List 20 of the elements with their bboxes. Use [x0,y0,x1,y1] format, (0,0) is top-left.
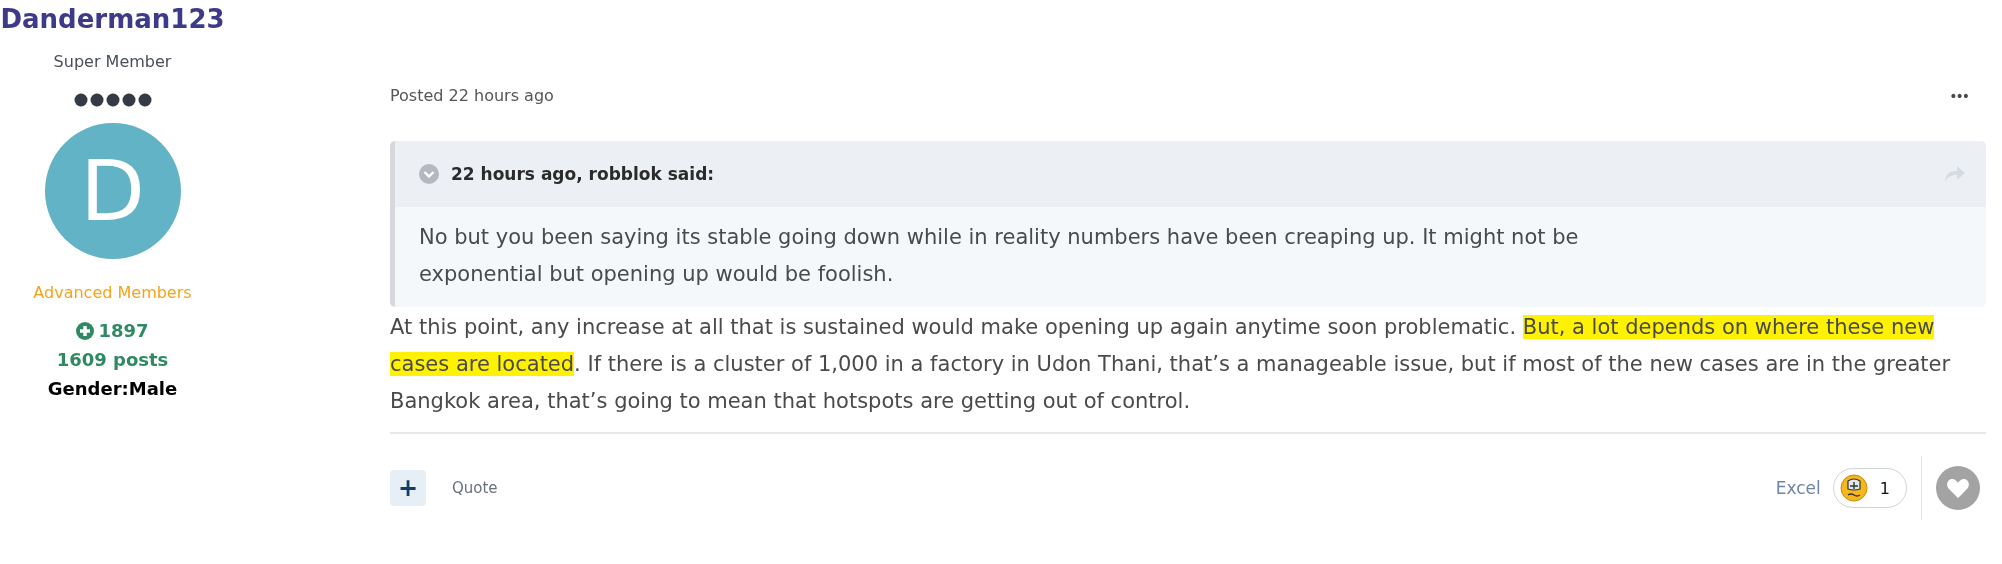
username-link[interactable]: Danderman123 [0,4,225,34]
like-button[interactable] [1936,466,1980,510]
heart-icon [1946,477,1970,499]
gender-info: Gender:Male [47,378,178,399]
member-group: Advanced Members [33,283,192,302]
reputation-count: 1897 [98,320,149,341]
reaction-label: Excel [1775,478,1821,498]
multiquote-button[interactable]: + [390,470,426,506]
quote-link[interactable]: Quote [452,479,498,497]
post-count: 1609 posts [56,349,169,370]
plus-circle-icon [76,321,95,340]
quote-text: No but you been saying its stable going down while in reality numbers have been creaping up. It might not be exponential but opening up would be foolish. [418,224,1580,288]
chevron-circle-icon[interactable] [419,164,439,184]
reaction-count-button[interactable]: 1 [1832,468,1907,508]
post-text: At this point, any increase at all that is sustained would make opening up again anytime soon problematic. But, a lot depends on where these new cases are located. If there is a cluster of 1,000 in a factory in Udon Thani, that’s a manageable issue, but if most of the new cases are in the greater Bangkok area, that’s going to mean that hotspots are getting out of control. [390,314,1952,415]
quote-citation: 22 hours ago, robblok said: [451,164,716,184]
member-rank: Super Member [53,52,172,71]
post-date: Posted 22 hours ago [390,86,554,105]
crying-face-icon [1839,474,1868,502]
more-menu-button[interactable]: ••• [1949,87,1986,104]
